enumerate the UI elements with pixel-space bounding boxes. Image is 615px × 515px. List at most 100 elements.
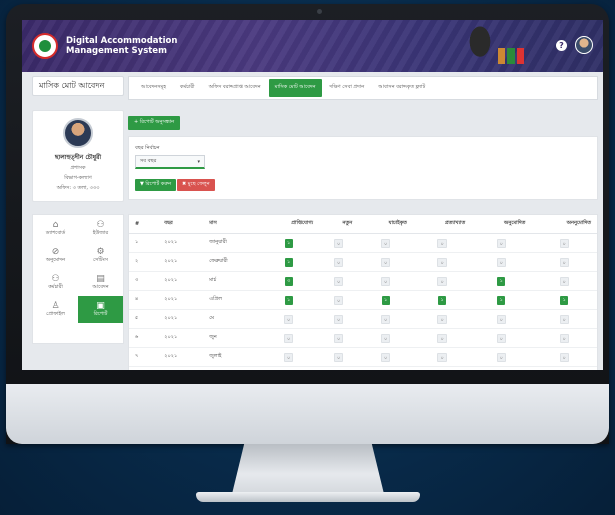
count-badge[interactable]: ০ [334, 276, 344, 286]
table-cell: ৬ [129, 328, 159, 348]
table-row: ১ ২০২১ জানুয়ারী ১ ০ ০ ০ ০ ০ [129, 233, 597, 253]
count-badge[interactable]: ০ [283, 352, 294, 362]
sidebar-item[interactable]: ⚇ কর্মচারী [33, 269, 78, 296]
tab[interactable]: মাসিক মোট আবেদন [268, 79, 322, 97]
table-row: ৩ ২০২১ মার্চ ৩ ০ ০ ০ ১ ০ [129, 271, 597, 291]
count-badge[interactable]: ০ [559, 333, 569, 343]
count-badge[interactable]: ০ [334, 238, 344, 248]
table-cell: ০ [358, 271, 413, 291]
profile-line1: প্রশাসক [70, 165, 86, 171]
sidebar-item[interactable]: ⊘ অনুমোদন [33, 242, 78, 269]
count-badge[interactable]: ০ [496, 257, 506, 267]
table-cell: ০ [319, 233, 359, 253]
count-badge[interactable]: ০ [437, 238, 447, 248]
count-badge[interactable]: ০ [380, 276, 391, 286]
table-cell: ২০২১ [158, 252, 204, 272]
count-badge[interactable]: ০ [496, 314, 506, 324]
count-badge[interactable]: ০ [334, 314, 344, 324]
add-report-button[interactable]: + রিপোর্ট অনুসন্ধান [128, 116, 181, 130]
column-header: মাস [203, 215, 259, 234]
count-badge[interactable]: ০ [437, 333, 447, 343]
tab[interactable]: দক্ষিণ সেবা প্রদান [324, 79, 371, 97]
tab[interactable]: অফিস বরাদ্দপ্রাপ্ত আবেদন [203, 79, 267, 97]
table-cell: ০ [258, 328, 320, 348]
table-cell: ২০২১ [158, 271, 204, 291]
sidebar-item[interactable]: ⚙ সেটিংস [78, 242, 123, 269]
monitor-base [196, 492, 420, 502]
table-cell: জুন [203, 328, 259, 348]
form-icon: ▤ [96, 273, 105, 284]
clear-button[interactable]: ✖ মুছে ফেলুন [177, 179, 215, 191]
count-badge[interactable]: ০ [380, 314, 391, 324]
count-badge[interactable]: ০ [334, 352, 344, 362]
profile-avatar [63, 118, 93, 148]
tab[interactable]: কর্মচারী [174, 79, 201, 97]
count-badge[interactable]: ১ [438, 295, 447, 305]
count-badge[interactable]: ০ [283, 333, 294, 343]
tab[interactable]: আবেদনসমূহ [135, 79, 172, 97]
table-cell: ০ [471, 252, 532, 272]
count-badge[interactable]: ০ [334, 257, 344, 267]
year-filter-label: বছর নির্বাচন [135, 145, 160, 151]
table-row: ৭ ২০২১ জুলাই ০ ০ ০ ০ ০ ০ [129, 347, 597, 367]
count-badge[interactable]: ০ [559, 352, 569, 362]
count-badge[interactable]: ১ [497, 295, 506, 305]
table-cell: ০ [358, 309, 413, 329]
count-badge[interactable]: ০ [496, 333, 506, 343]
count-badge[interactable]: ০ [380, 257, 391, 267]
table-cell: মার্চ [203, 271, 259, 291]
count-badge[interactable]: ০ [437, 257, 447, 267]
table-cell: ০ [412, 233, 472, 253]
count-badge[interactable]: ০ [559, 314, 569, 324]
sidebar-item[interactable]: ⚇ ইউজার [78, 215, 123, 242]
table-cell: ১ [129, 233, 159, 253]
count-badge[interactable]: ০ [437, 352, 447, 362]
header-portrait [462, 24, 498, 68]
sidebar-item[interactable]: ▣ রিপোর্ট [78, 296, 123, 323]
column-header: প্রত্যাখ্যাত [412, 215, 472, 234]
table-cell: ০ [319, 347, 359, 367]
staff-icon: ⚇ [51, 273, 60, 284]
count-badge[interactable]: ১ [284, 257, 293, 267]
count-badge[interactable]: ০ [380, 333, 391, 343]
tab[interactable]: আবাসন বরাদ্দকৃত ফ্ল্যাট [372, 79, 431, 97]
count-badge[interactable]: ০ [559, 257, 569, 267]
count-badge[interactable]: ১ [560, 295, 569, 305]
count-badge[interactable]: ১ [497, 276, 506, 286]
sidebar-item[interactable]: ♙ প্রোফাইল [33, 296, 78, 323]
count-badge[interactable]: ৩ [284, 276, 293, 286]
count-badge[interactable]: ০ [334, 333, 344, 343]
help-icon[interactable]: ? [556, 39, 567, 51]
table-row: ৪ ২০২১ এপ্রিল ১ ০ ১ ১ ১ ১ [129, 290, 597, 310]
camera-dot [317, 9, 322, 14]
govt-logo-icon[interactable] [32, 33, 58, 59]
count-badge[interactable]: ০ [334, 295, 344, 305]
table-cell: ০ [319, 271, 359, 291]
sidebar-item[interactable]: ⌂ ড্যাশবোর্ড [33, 215, 78, 242]
count-badge[interactable]: ০ [496, 238, 506, 248]
count-badge[interactable]: ১ [284, 238, 293, 248]
count-badge[interactable]: ১ [381, 295, 390, 305]
count-badge[interactable]: ০ [380, 352, 391, 362]
home-icon: ⌂ [52, 219, 59, 230]
app-header: Digital Accommodation Management System … [22, 20, 603, 72]
monthly-table: # বছর মাস প্রাপ্তিযোগ্য নতুন যাচাইকৃত প্রত্যাখ… [128, 214, 598, 370]
sidebar-item[interactable]: ▤ আবেদন [78, 269, 123, 296]
column-header: যাচাইকৃত [358, 215, 413, 234]
year-select[interactable]: সব বছর ▾ [135, 155, 205, 169]
count-badge[interactable]: ০ [437, 314, 447, 324]
count-badge[interactable]: ০ [496, 352, 506, 362]
table-cell: ০ [319, 328, 359, 348]
count-badge[interactable]: ০ [380, 238, 391, 248]
count-badge[interactable]: ১ [284, 295, 293, 305]
count-badge[interactable]: ০ [559, 238, 569, 248]
table-cell: ফেব্রুয়ারী [203, 252, 259, 272]
user-avatar[interactable] [575, 36, 593, 54]
monitor-stand [232, 444, 384, 494]
count-badge[interactable]: ০ [283, 314, 294, 324]
table-cell: ০ [319, 252, 359, 272]
search-button[interactable]: ▼ রিপোর্ট করুন [135, 179, 177, 191]
table-cell: ৭ [129, 347, 159, 367]
count-badge[interactable]: ০ [437, 276, 447, 286]
count-badge[interactable]: ০ [559, 276, 569, 286]
